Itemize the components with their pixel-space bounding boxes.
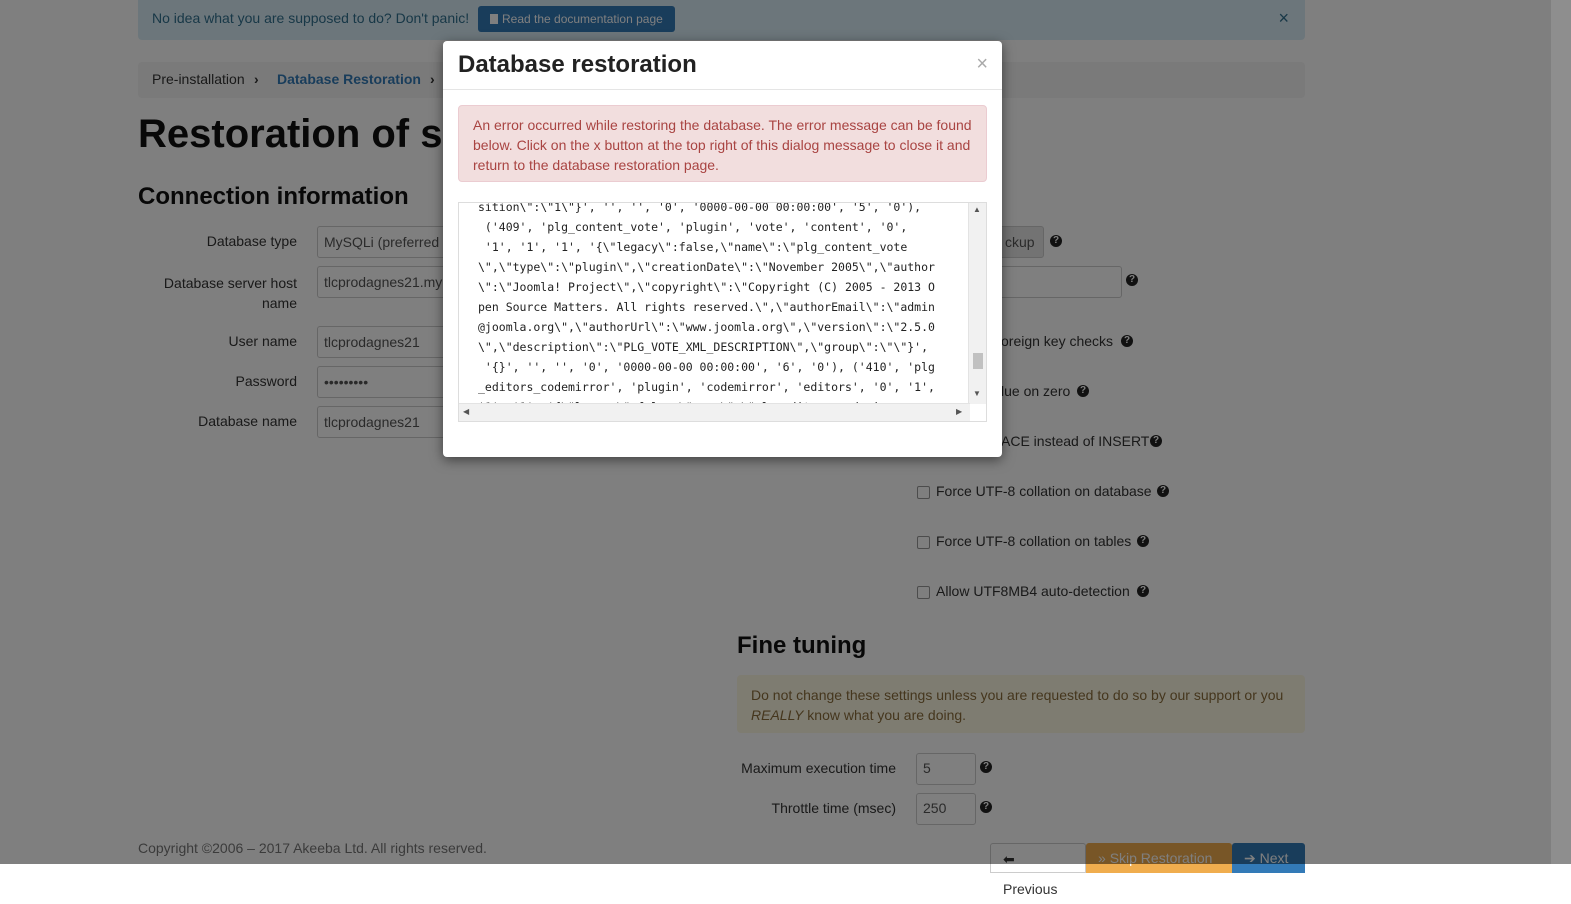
dialog-divider	[443, 89, 1002, 90]
log-vertical-scrollbar[interactable]: ▲ ▼	[968, 203, 986, 404]
error-log-text: sition\":\"1\"}', '', '', '0', '0000-00-…	[478, 202, 935, 414]
scroll-right-icon[interactable]: ▶	[956, 407, 962, 416]
database-restoration-dialog: Database restoration × An error occurred…	[443, 41, 1002, 457]
dialog-close-button[interactable]: ×	[976, 54, 988, 74]
error-log-box[interactable]: sition\":\"1\"}', '', '', '0', '0000-00-…	[458, 202, 987, 422]
error-alert: An error occurred while restoring the da…	[458, 105, 987, 182]
log-horizontal-scrollbar[interactable]: ◀ ▶	[459, 403, 970, 421]
scroll-left-icon[interactable]: ◀	[463, 407, 469, 416]
dialog-title: Database restoration	[458, 51, 697, 78]
scroll-up-icon[interactable]: ▲	[973, 205, 981, 214]
error-message: An error occurred while restoring the da…	[473, 117, 972, 173]
log-scroll-thumb[interactable]	[973, 353, 983, 369]
scroll-down-icon[interactable]: ▼	[973, 389, 981, 398]
page-scrollbar[interactable]	[1551, 0, 1571, 864]
